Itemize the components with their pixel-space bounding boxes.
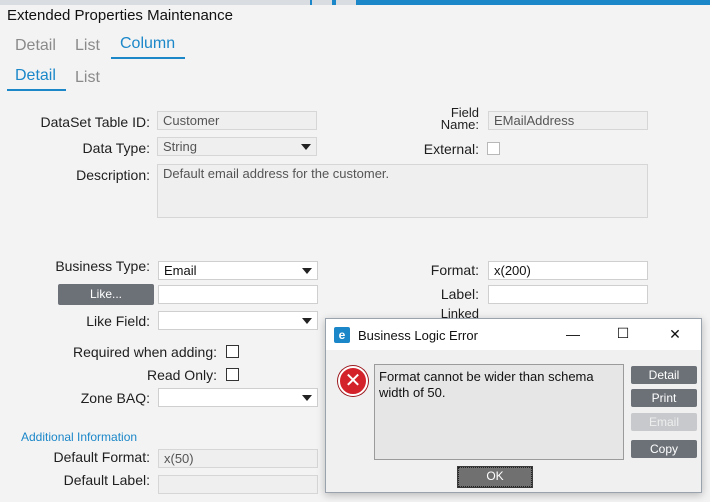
accent-bar-segment	[0, 0, 310, 5]
zone-baq-label: Zone BAQ:	[80, 390, 150, 406]
dataset-table-field[interactable]: Customer	[157, 111, 317, 130]
label-label: Label:	[440, 286, 479, 302]
dialog-titlebar[interactable]: e Business Logic Error — ☐ ✕	[326, 319, 701, 350]
email-button: Email	[631, 413, 697, 431]
business-type-value: Email	[164, 263, 197, 278]
label-field[interactable]	[488, 285, 648, 304]
chevron-down-icon	[302, 268, 312, 274]
print-button[interactable]: Print	[631, 389, 697, 407]
format-field[interactable]: x(200)	[488, 261, 648, 280]
chevron-down-icon	[301, 144, 311, 150]
chevron-down-icon	[302, 318, 312, 324]
tab-detail[interactable]: Detail	[15, 37, 56, 55]
required-label: Required when adding:	[73, 344, 217, 360]
readonly-checkbox[interactable]	[226, 368, 239, 381]
data-type-value: String	[163, 139, 197, 154]
tab-column[interactable]: Column	[120, 35, 175, 53]
readonly-label: Read Only:	[146, 367, 217, 383]
default-format-label: Default Format:	[53, 449, 150, 465]
required-checkbox[interactable]	[226, 345, 239, 358]
field-name-field[interactable]: EMailAddress	[488, 111, 648, 130]
default-format-field[interactable]: x(50)	[158, 449, 318, 468]
error-message: Format cannot be wider than schema width…	[374, 364, 624, 460]
external-label: External:	[423, 141, 479, 157]
window-accent-bar	[0, 0, 710, 5]
like-field-select[interactable]	[158, 311, 318, 330]
format-label: Format:	[430, 262, 479, 278]
business-type-select[interactable]: Email	[158, 261, 318, 280]
tab-column-underline	[111, 57, 185, 59]
maximize-icon[interactable]: ☐	[610, 325, 636, 342]
accent-bar-segment	[336, 0, 356, 5]
epicor-logo-icon: e	[334, 327, 350, 343]
dialog-title: Business Logic Error	[358, 328, 478, 343]
tab-list[interactable]: List	[75, 37, 100, 55]
external-checkbox[interactable]	[487, 142, 500, 155]
like-field-label: Like Field:	[86, 313, 150, 329]
subtab-detail[interactable]: Detail	[15, 67, 56, 85]
default-label-field[interactable]	[158, 475, 318, 494]
dataset-table-label: DataSet Table ID:	[40, 114, 150, 130]
detail-button[interactable]: Detail	[631, 366, 697, 384]
description-label: Description:	[76, 167, 150, 183]
error-icon: ✕	[338, 366, 368, 396]
subtab-detail-underline	[7, 89, 66, 91]
description-textarea[interactable]: Default email address for the customer.	[157, 164, 648, 218]
like-text-field[interactable]	[158, 285, 318, 304]
app-title: Extended Properties Maintenance	[7, 7, 233, 24]
zone-baq-select[interactable]	[158, 388, 318, 407]
business-type-label: Business Type:	[55, 258, 150, 274]
data-type-label: Data Type:	[82, 140, 150, 156]
copy-button[interactable]: Copy	[631, 440, 697, 458]
business-logic-error-dialog: e Business Logic Error — ☐ ✕ ✕ Format ca…	[325, 318, 702, 493]
data-type-select[interactable]: String	[157, 137, 317, 156]
subtab-list[interactable]: List	[75, 69, 100, 87]
field-name-label-line2: Name:	[440, 117, 479, 132]
additional-information-heading: Additional Information	[21, 430, 138, 444]
minimize-icon[interactable]: —	[560, 326, 586, 342]
chevron-down-icon	[302, 395, 312, 401]
like-button[interactable]: Like...	[58, 284, 154, 305]
ok-button[interactable]: OK	[457, 466, 533, 488]
close-icon[interactable]: ✕	[662, 326, 688, 343]
default-label-label: Default Label:	[63, 472, 150, 488]
accent-bar-segment	[312, 0, 332, 5]
